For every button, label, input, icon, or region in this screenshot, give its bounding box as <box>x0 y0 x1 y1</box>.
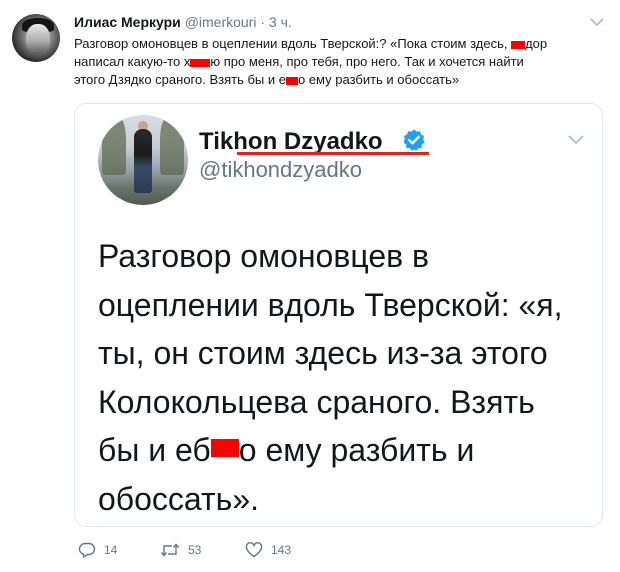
quoted-author-handle[interactable]: @tikhondzyadko <box>199 157 362 183</box>
verified-badge-icon <box>402 128 426 157</box>
quoted-text-line: оцеплении вдоль Тверской: «я, <box>98 286 563 323</box>
retweet-count: 53 <box>188 543 202 557</box>
tweet-text: Разговор омоновцев в оцеплении вдоль Тве… <box>74 35 604 89</box>
reply-button[interactable]: 14 <box>78 542 117 558</box>
quoted-tweet[interactable]: Tikhon Dzyadko @tikhondzyadko Разговор о… <box>74 103 603 527</box>
quoted-text-line: обоссать». <box>98 480 260 517</box>
tweet-text-part: этого Дзядко сраного. Взять бы и е <box>74 72 286 87</box>
like-button[interactable]: 143 <box>245 542 291 558</box>
tweet-text-line-2: написал какую-то х ю про меня, про тебя, … <box>74 53 604 71</box>
avatar-face <box>26 24 50 54</box>
redaction-mark <box>210 439 239 457</box>
chevron-down-icon[interactable] <box>568 132 584 150</box>
redaction-mark <box>190 58 211 67</box>
tweet[interactable]: Илиас Меркури @imerkouri · 3 ч. Разговор… <box>0 0 620 572</box>
tweet-text-part: дор <box>525 36 548 51</box>
author-handle[interactable]: @imerkouri <box>185 14 257 30</box>
author-avatar[interactable] <box>12 14 60 62</box>
retweet-button[interactable]: 53 <box>160 542 201 558</box>
quoted-text-line: бы и еб о ему разбить и <box>98 426 588 475</box>
quoted-text-line: Колокольцева сраного. Взять <box>98 383 535 420</box>
quoted-text-line: Разговор омоновцев в <box>98 238 429 274</box>
redaction-mark <box>511 40 526 49</box>
quoted-text-line: ты, он стоим здесь из-за этого <box>98 335 548 371</box>
tweet-text-part: Разговор омоновцев в оцеплении вдоль Тве… <box>74 36 512 51</box>
quoted-tweet-text: Разговор омоновцев в оцеплении вдоль Тве… <box>98 232 588 523</box>
redaction-mark <box>285 76 298 85</box>
tweet-text-part: о ему разбить и обоссать» <box>297 72 460 87</box>
tweet-text-part: ю про меня, про тебя, про него. Так и хо… <box>210 54 524 69</box>
header-separator: · <box>260 14 266 30</box>
avatar-person <box>134 129 152 193</box>
like-count: 143 <box>271 543 292 557</box>
quoted-author-avatar[interactable] <box>98 115 188 205</box>
quoted-text-part: о ему разбить и <box>238 432 475 468</box>
like-icon <box>245 542 263 558</box>
tweet-text-part: написал какую-то х <box>74 54 191 69</box>
author-name[interactable]: Илиас Меркури <box>74 14 181 30</box>
quoted-text-part: бы и еб <box>98 432 211 468</box>
reply-icon <box>78 542 96 558</box>
chevron-down-icon[interactable] <box>590 14 604 32</box>
avatar-tree <box>160 115 184 175</box>
retweet-icon <box>160 543 180 557</box>
tweet-text-line-3: этого Дзядко сраного. Взять бы и е о ему … <box>74 71 604 89</box>
tweet-text-line-1: Разговор омоновцев в оцеплении вдоль Тве… <box>74 35 604 53</box>
reply-count: 14 <box>104 543 118 557</box>
name-underline <box>237 152 429 155</box>
tweet-header: Илиас Меркури @imerkouri · 3 ч. <box>74 14 292 30</box>
tweet-time[interactable]: 3 ч. <box>269 14 292 30</box>
avatar-tree <box>102 115 126 175</box>
